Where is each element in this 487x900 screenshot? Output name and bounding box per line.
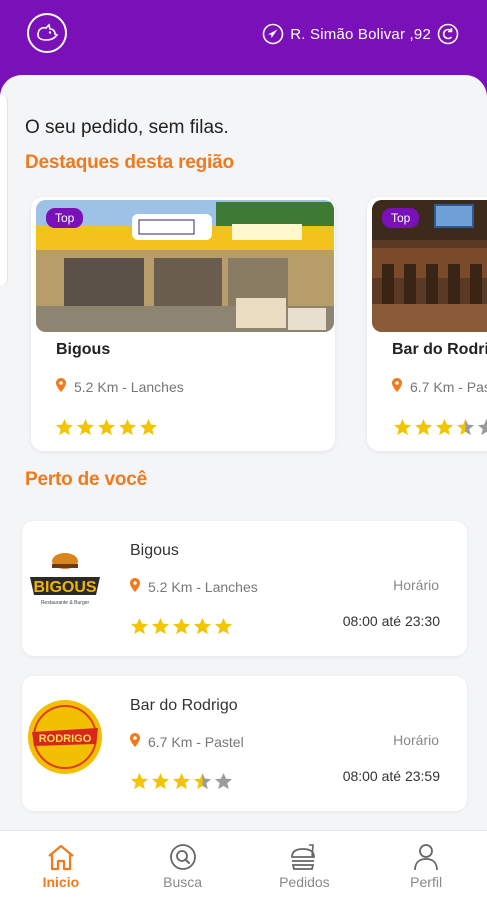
restaurant-logo: BIGOUS Restaurante & Burger <box>26 543 104 621</box>
restaurant-name: Bar do Rodrigo <box>130 697 238 714</box>
rating-stars <box>55 418 160 442</box>
restaurant-meta: 6.7 Km - Pastel <box>130 733 244 750</box>
nav-perfil[interactable]: Perfil <box>365 831 487 900</box>
star-icon <box>393 418 414 442</box>
location-pin-icon <box>130 733 140 750</box>
navigation-arrow-icon <box>262 23 284 45</box>
location-pin-icon <box>130 578 140 595</box>
distance-category: 6.7 Km - Pastel <box>410 378 487 395</box>
rating-stars <box>130 617 235 641</box>
highlight-card-bigous[interactable]: Top Bigous 5.2 Km - Lanches <box>31 197 335 451</box>
nearby-card-bar-do-rodrigo[interactable]: RODRIGO Bar do Rodrigo 6.7 Km - Pastel H… <box>22 676 467 811</box>
content-sheet: O seu pedido, sem filas. Destaques desta… <box>0 75 487 830</box>
nearby-card-bigous[interactable]: BIGOUS Restaurante & Burger Bigous 5.2 K… <box>22 521 467 656</box>
top-badge: Top <box>382 208 420 228</box>
side-drawer-handle[interactable] <box>0 95 8 285</box>
star-icon <box>130 772 151 796</box>
restaurant-name: Bar do Rodrigo <box>392 341 487 358</box>
restaurant-meta: 5.2 Km - Lanches <box>56 378 184 395</box>
bottom-navigation: Inicio Busca Pedidos Perfil <box>0 830 487 900</box>
logo-text: BIGOUS <box>33 579 96 596</box>
address-text: R. Simão Bolivar ,92 <box>290 25 431 43</box>
hours-label: Horário <box>393 577 439 593</box>
restaurant-meta: 6.7 Km - Pastel <box>392 378 487 395</box>
nav-busca[interactable]: Busca <box>122 831 244 900</box>
slogan: O seu pedido, sem filas. <box>25 117 229 138</box>
top-badge: Top <box>46 208 84 228</box>
burger-icon <box>291 844 316 870</box>
user-icon <box>414 844 439 871</box>
nav-inicio[interactable]: Inicio <box>0 831 122 900</box>
star-icon <box>151 772 172 796</box>
star-icon <box>118 418 139 442</box>
star-icon <box>76 418 97 442</box>
opening-hours: 08:00 até 23:59 <box>342 768 440 784</box>
distance-category: 6.7 Km - Pastel <box>148 733 244 750</box>
nav-label: Busca <box>163 874 203 890</box>
location-selector[interactable]: R. Simão Bolivar ,92 <box>262 23 459 45</box>
rating-stars <box>130 772 235 796</box>
location-pin-icon <box>392 378 402 395</box>
star-icon <box>97 418 118 442</box>
rating-stars <box>393 418 487 442</box>
star-icon <box>193 617 214 641</box>
opening-hours: 08:00 até 23:30 <box>342 613 440 629</box>
star-icon <box>139 418 160 442</box>
home-icon <box>48 844 74 871</box>
star-icon <box>172 617 193 641</box>
restaurant-name: Bigous <box>56 341 111 358</box>
restaurant-meta: 5.2 Km - Lanches <box>130 578 258 595</box>
highlight-card-bar-do-rodrigo[interactable]: Top Bar do Rodrigo 6.7 Km - Pastel <box>367 197 487 451</box>
star-icon <box>55 418 76 442</box>
star-icon <box>456 418 477 442</box>
nav-pedidos[interactable]: Pedidos <box>244 831 366 900</box>
restaurant-name: Bigous <box>130 542 179 559</box>
restaurant-photo: Top <box>372 200 487 332</box>
dog-logo-icon[interactable] <box>27 13 67 53</box>
distance-category: 5.2 Km - Lanches <box>148 578 258 595</box>
refresh-icon[interactable] <box>437 23 459 45</box>
star-icon <box>214 772 235 796</box>
search-icon <box>169 844 196 870</box>
star-icon <box>151 617 172 641</box>
nav-label: Pedidos <box>279 874 330 890</box>
star-icon <box>172 772 193 796</box>
restaurant-photo: Top <box>36 200 334 332</box>
nearby-title: Perto de você <box>25 469 148 490</box>
star-icon <box>477 418 487 442</box>
logo-text: RODRIGO <box>39 733 92 745</box>
hours-label: Horário <box>393 732 439 748</box>
highlights-title: Destaques desta região <box>25 152 234 173</box>
location-pin-icon <box>56 378 66 395</box>
star-icon <box>214 617 235 641</box>
distance-category: 5.2 Km - Lanches <box>74 378 184 395</box>
logo-subtext: Restaurante & Burger <box>41 600 90 606</box>
star-icon <box>193 772 214 796</box>
star-icon <box>414 418 435 442</box>
star-icon <box>435 418 456 442</box>
nav-label: Inicio <box>42 874 80 890</box>
star-icon <box>130 617 151 641</box>
restaurant-logo: RODRIGO <box>26 698 104 776</box>
nav-label: Perfil <box>410 874 443 890</box>
